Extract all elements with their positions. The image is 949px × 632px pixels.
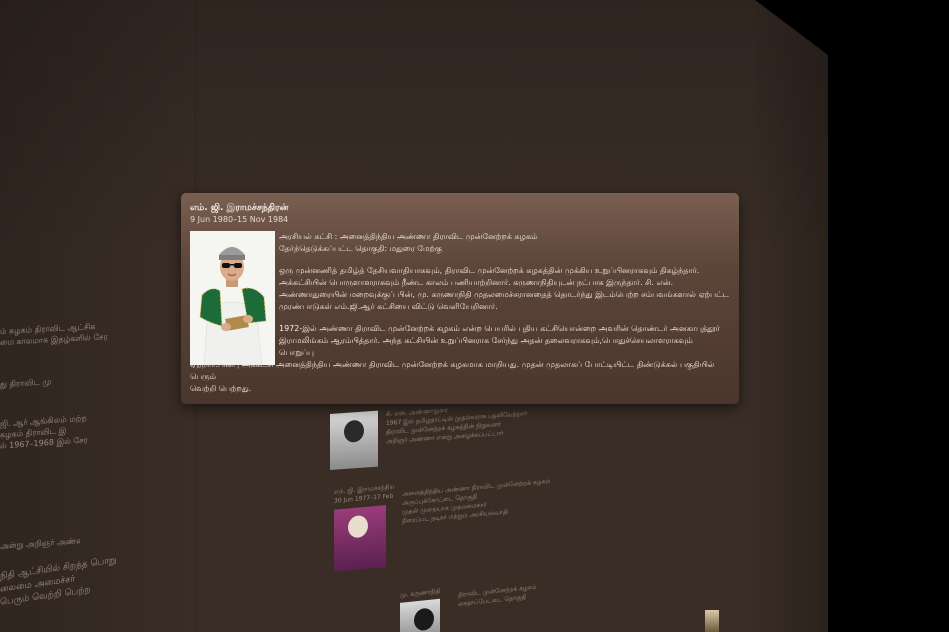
bio-line: வெற்றி பெற்றது. <box>190 384 252 393</box>
info-popup[interactable]: எம். ஜி. இராமச்சந்திரன் 9 Jun 1980–15 No… <box>181 193 739 404</box>
constituency-line: தேர்ந்தெடுக்கப்பட்ட தொகுதி: மதுரை மேற்கு <box>279 244 442 253</box>
bg-card-thumbnail[interactable] <box>705 610 719 632</box>
bio-line: 1972-இல் அண்ணா திராவிட முன்னேற்றக் கழகம்… <box>279 324 720 333</box>
bio-paragraph-1: ஒரு முன்னணித் தமிழ்த் தேசியவாதியாகவும், … <box>279 265 730 313</box>
popup-title: எம். ஜி. இராமச்சந்திரன் <box>190 203 289 213</box>
portrait-image <box>330 410 378 470</box>
bio-line: இராமலிங்கம் ஆரம்பித்தார். அந்த கட்சியின்… <box>279 336 693 357</box>
bio-line: அக்கட்சியின் பொருளாளராகவும் நீண்ட காலம் … <box>279 278 674 287</box>
portrait-image <box>190 231 275 365</box>
portrait-image <box>334 505 386 572</box>
timeline-3d-view: ம் கழகம் திராவிட ஆட்சிக மை காலமாக இதழ்கள… <box>0 0 949 632</box>
bio-line: அண்ணாதுரையின் மறைவுக்குப் பின், மு. கருண… <box>279 290 729 299</box>
party-line: அரசியல் கட்சி : அனைத்திந்திய அண்ணா திராவ… <box>279 232 538 241</box>
portrait-photo <box>190 231 275 365</box>
portrait-image <box>400 598 440 632</box>
bio-line: ஒரு முன்னணித் தமிழ்த் தேசியவாதியாகவும், … <box>279 266 700 275</box>
right-wall-edge <box>745 0 828 632</box>
bio-line: முரண்பாடுகள் எம்.ஜி.ஆர் கட்சியை விட்டு வ… <box>279 302 498 311</box>
popup-dates: 9 Jun 1980–15 Nov 1984 <box>190 215 289 224</box>
popup-meta: அரசியல் கட்சி : அனைத்திந்திய அண்ணா திராவ… <box>279 231 730 255</box>
left-wall-shade <box>0 0 200 632</box>
